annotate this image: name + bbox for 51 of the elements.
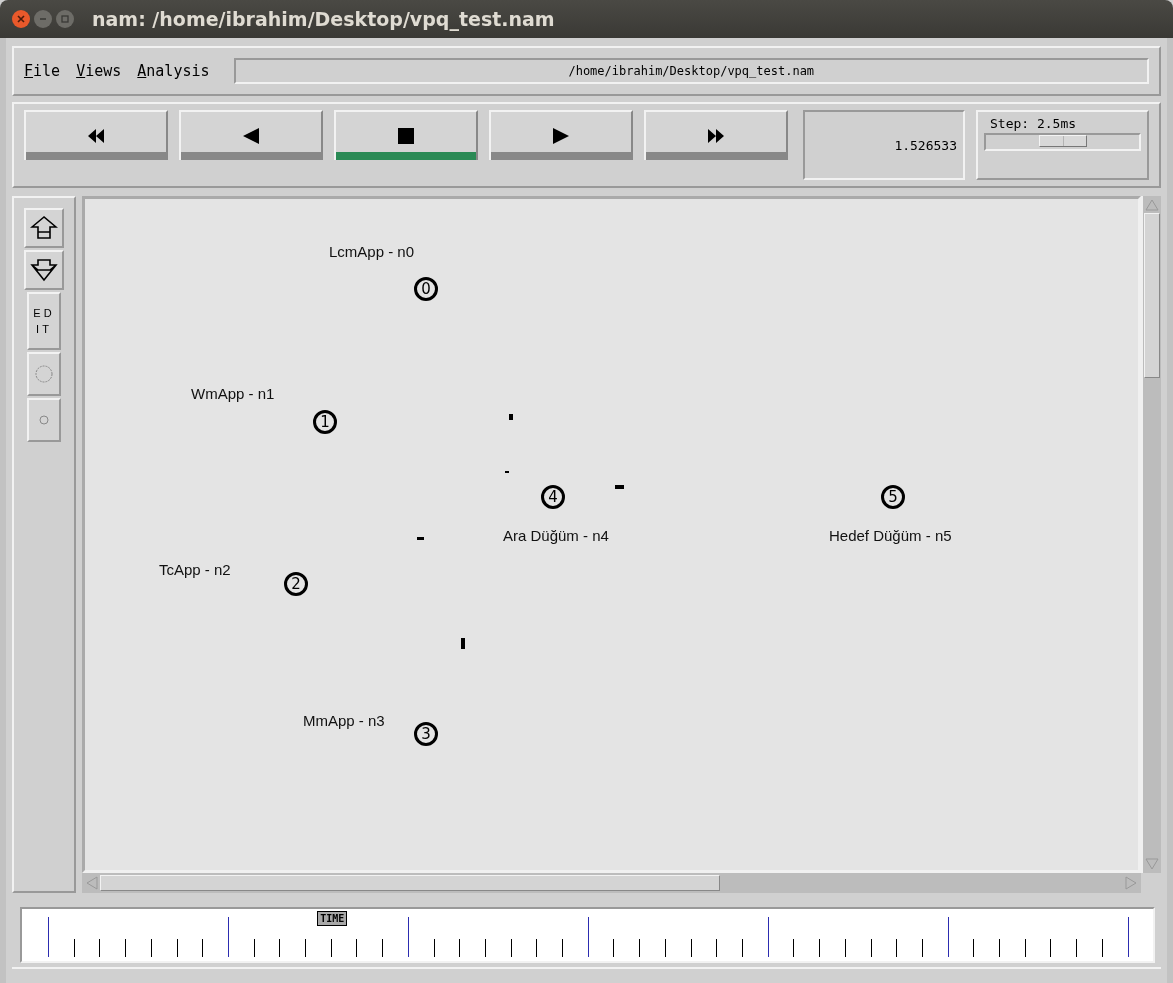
maximize-icon bbox=[60, 14, 70, 24]
scrollbar-thumb[interactable] bbox=[1144, 213, 1160, 378]
maximize-button[interactable] bbox=[56, 10, 74, 28]
circle-tool-button[interactable] bbox=[27, 352, 61, 396]
close-icon bbox=[16, 14, 26, 24]
file-path-field: /home/ibrahim/Desktop/vpq_test.nam bbox=[233, 58, 1149, 84]
network-node[interactable]: 2 bbox=[284, 572, 308, 596]
circle-icon bbox=[35, 365, 53, 383]
rewind-icon bbox=[87, 129, 105, 143]
circle-icon bbox=[39, 415, 49, 425]
packet bbox=[615, 485, 624, 489]
edit-button[interactable]: ED IT bbox=[27, 292, 61, 350]
vertical-scrollbar[interactable] bbox=[1141, 196, 1161, 873]
packet bbox=[417, 537, 424, 540]
packet bbox=[461, 638, 465, 649]
scrollbar-thumb[interactable] bbox=[100, 875, 720, 891]
node-label: LcmApp - n0 bbox=[329, 243, 415, 260]
menu-item[interactable]: File bbox=[24, 62, 61, 80]
window-title: nam: /home/ibrahim/Desktop/vpq_test.nam bbox=[92, 8, 555, 30]
node-label: MmApp - n3 bbox=[303, 712, 385, 729]
play-icon bbox=[553, 128, 569, 144]
slider-thumb[interactable] bbox=[1038, 135, 1087, 147]
down-arrow-icon bbox=[30, 258, 58, 282]
up-arrow-icon bbox=[30, 216, 58, 240]
close-button[interactable] bbox=[12, 10, 30, 28]
playback-button[interactable] bbox=[334, 110, 478, 160]
zoom-out-button[interactable] bbox=[24, 250, 64, 290]
node-label: WmApp - n1 bbox=[191, 385, 275, 402]
network-node[interactable]: 5 bbox=[881, 485, 905, 509]
step-label: Step: 2.5ms bbox=[990, 116, 1078, 131]
zoom-in-button[interactable] bbox=[24, 208, 64, 248]
time-marker[interactable]: TIME bbox=[317, 911, 348, 926]
step-slider[interactable] bbox=[984, 133, 1141, 151]
circle-tool-button[interactable] bbox=[27, 398, 61, 442]
time-display: 1.526533 bbox=[803, 110, 965, 180]
packet bbox=[509, 414, 513, 420]
stop-icon bbox=[398, 128, 414, 144]
fast-forward-icon bbox=[707, 129, 725, 143]
network-node[interactable]: 3 bbox=[414, 722, 438, 746]
network-node[interactable]: 0 bbox=[414, 277, 438, 301]
timeline-slider[interactable]: TIME bbox=[20, 907, 1155, 963]
back-icon bbox=[243, 128, 259, 144]
network-node[interactable]: 4 bbox=[541, 485, 565, 509]
node-label: Ara Düğüm - n4 bbox=[503, 527, 609, 544]
network-node[interactable]: 1 bbox=[313, 410, 337, 434]
node-label: Hedef Düğüm - n5 bbox=[829, 527, 952, 544]
minimize-button[interactable] bbox=[34, 10, 52, 28]
menu-item[interactable]: Views bbox=[76, 62, 122, 80]
menu-item[interactable]: Analysis bbox=[137, 62, 210, 80]
horizontal-scrollbar[interactable] bbox=[82, 873, 1141, 893]
node-label: TcApp - n2 bbox=[159, 561, 231, 578]
